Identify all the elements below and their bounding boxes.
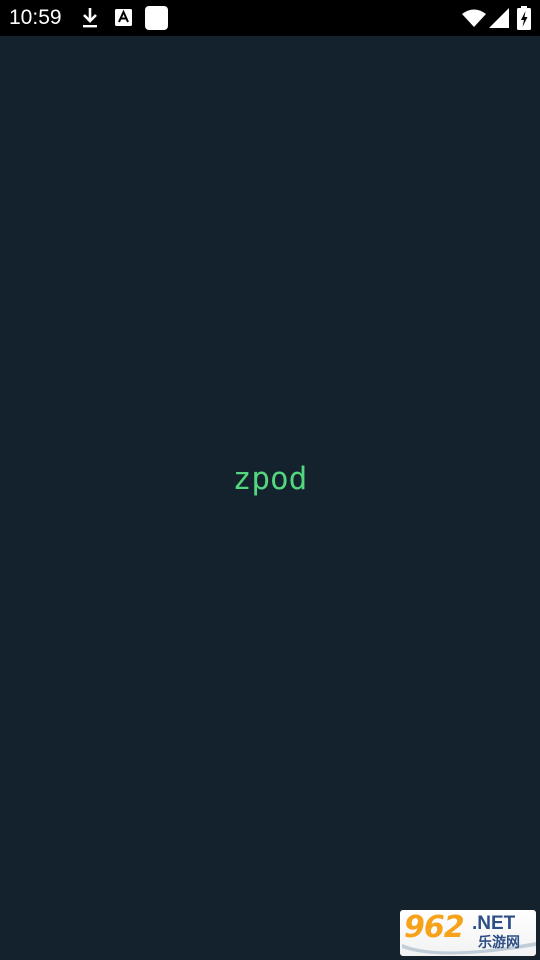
watermark-number: 962 — [404, 910, 465, 945]
status-bar: 10:59 — [0, 0, 540, 36]
watermark-cn-text: 乐游网 — [478, 935, 520, 951]
download-icon — [83, 8, 97, 28]
watermark-net: .NET — [472, 913, 516, 934]
wifi-icon — [462, 9, 486, 27]
a-box-icon — [115, 9, 132, 26]
battery-charging-icon — [517, 6, 531, 30]
site-watermark: 962 .NET 乐游网 — [400, 910, 536, 956]
cell-signal-icon — [489, 8, 509, 28]
app-splash-screen: zpod — [0, 36, 540, 960]
status-time: 10:59 — [9, 6, 62, 29]
app-name: zpod — [232, 461, 308, 497]
blank-square-icon — [145, 6, 168, 30]
